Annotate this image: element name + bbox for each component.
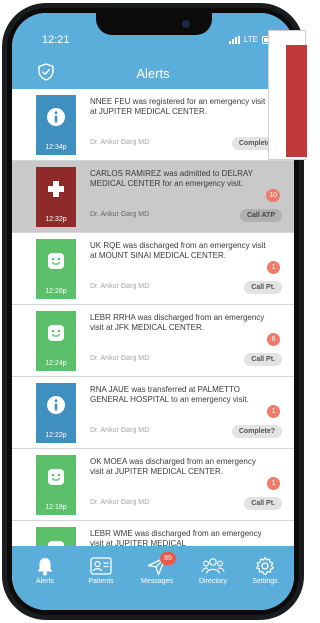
- alert-count-badge: 1: [267, 405, 280, 418]
- alert-doctor: Dr. Ankur Garg MD: [90, 283, 150, 290]
- smile-icon: [48, 253, 64, 269]
- carrier-label: LTE: [243, 35, 258, 44]
- alert-item[interactable]: 12:32p CARLOS RAMIREZ was admitted to DEL…: [12, 161, 294, 233]
- alert-item[interactable]: 12:18p OK MOEA was discharged from an eme…: [12, 449, 294, 521]
- messages-count-badge: 89: [160, 552, 176, 565]
- alert-doctor: Dr. Ankur Garg MD: [90, 499, 150, 506]
- alert-time: 12:24p: [45, 360, 67, 367]
- alert-doctor: Dr. Ankur Garg MD: [90, 427, 150, 434]
- alert-count-badge: 10: [266, 189, 280, 202]
- medical-cross-icon: [48, 181, 64, 197]
- signal-icon: [228, 35, 240, 44]
- overlay-card: [268, 30, 307, 160]
- alert-time: 12:18p: [45, 504, 67, 511]
- tab-settings[interactable]: Settings: [240, 554, 290, 585]
- alert-message: OK MOEA was discharged from an emergency…: [90, 457, 256, 476]
- alert-list: 12:34p NNEE FEU was registered for an eme…: [12, 89, 294, 593]
- notch: [96, 13, 212, 35]
- tab-settings-label: Settings: [252, 578, 278, 585]
- page-title: Alerts: [136, 66, 170, 81]
- tab-messages-label: Messages: [141, 578, 173, 585]
- alert-message: UK RQE was discharged from an emergency …: [90, 241, 266, 260]
- alert-item[interactable]: 12:24p LEBR RRHA was discharged from an e…: [12, 305, 294, 377]
- alert-message: LEBR RRHA was discharged from an emergen…: [90, 313, 265, 332]
- alert-action-button[interactable]: Call Pt.: [244, 497, 282, 510]
- camera-dot: [182, 20, 190, 28]
- tab-messages[interactable]: Messages 89: [132, 552, 182, 585]
- tab-alerts[interactable]: Alerts: [20, 554, 70, 585]
- tab-directory[interactable]: Directory: [188, 554, 238, 585]
- alert-action-button[interactable]: Call Pt.: [244, 353, 282, 366]
- smile-icon: [48, 325, 64, 341]
- alert-message: CARLOS RAMIREZ was admitted to DELRAY ME…: [90, 169, 253, 188]
- alert-type-tile: 12:32p: [36, 167, 76, 227]
- alert-doctor: Dr. Ankur Garg MD: [90, 211, 150, 218]
- alert-action-button[interactable]: Call Pt.: [244, 281, 282, 294]
- tab-alerts-label: Alerts: [36, 578, 54, 585]
- bell-icon: [37, 558, 53, 576]
- tab-bar: Alerts Patients Messages 89 Directory Se…: [12, 546, 294, 610]
- alert-count-badge: 1: [267, 261, 280, 274]
- alert-count-badge: 1: [267, 477, 280, 490]
- alert-item[interactable]: 12:22p RNA JAUE was transferred at PALMET…: [12, 377, 294, 449]
- alert-type-tile: 12:24p: [36, 311, 76, 371]
- alert-type-tile: 12:26p: [36, 239, 76, 299]
- app-screen: 12:21 LTE Alerts 12:34p NNEE FEU was regi…: [12, 13, 294, 610]
- alert-doctor: Dr. Ankur Garg MD: [90, 139, 150, 146]
- gear-icon: [255, 556, 275, 575]
- overlay-red-panel: [286, 45, 307, 157]
- tab-directory-label: Directory: [198, 578, 227, 585]
- alert-doctor: Dr. Ankur Garg MD: [90, 355, 150, 362]
- alert-count-badge: 6: [267, 333, 280, 346]
- smile-icon: [48, 469, 64, 485]
- alert-time: 12:32p: [45, 216, 67, 223]
- patient-card-icon: [90, 557, 112, 575]
- alert-message: NNEE FEU was registered for an emergency…: [90, 97, 266, 116]
- alert-action-button[interactable]: Complete?: [231, 425, 282, 438]
- alert-time: 12:26p: [45, 288, 67, 295]
- alert-item[interactable]: 12:34p NNEE FEU was registered for an eme…: [12, 89, 294, 161]
- tab-patients[interactable]: Patients: [76, 554, 126, 585]
- alert-type-tile: 12:18p: [36, 455, 76, 515]
- alert-time: 12:22p: [45, 432, 67, 439]
- people-icon: [201, 558, 225, 574]
- alert-item[interactable]: 12:26p UK RQE was discharged from an emer…: [12, 233, 294, 305]
- info-icon: [47, 396, 65, 414]
- alert-message: RNA JAUE was transferred at PALMETTO GEN…: [90, 385, 249, 404]
- status-time: 12:21: [42, 34, 70, 46]
- tab-patients-label: Patients: [88, 578, 114, 585]
- alert-time: 12:34p: [45, 144, 67, 151]
- alert-action-button[interactable]: Call ATP: [239, 209, 282, 222]
- alert-type-tile: 12:22p: [36, 383, 76, 443]
- alert-type-tile: 12:34p: [36, 95, 76, 155]
- info-icon: [47, 108, 65, 126]
